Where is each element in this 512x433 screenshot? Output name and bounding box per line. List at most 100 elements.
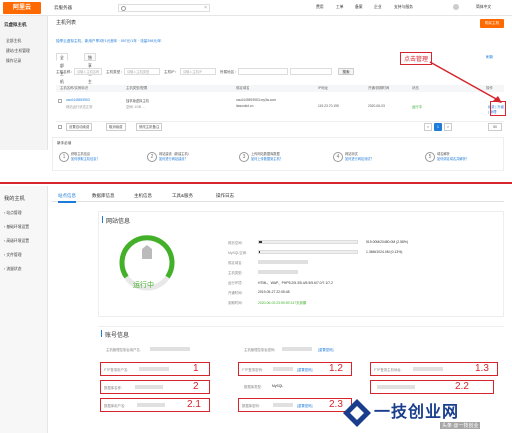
- nav-billing[interactable]: 费用: [316, 5, 324, 10]
- page-next-button[interactable]: >: [444, 123, 452, 131]
- host-type-input[interactable]: 请输入主机类型: [124, 68, 160, 75]
- step-4-text[interactable]: 网站测试 如何进行网站测试？: [345, 152, 415, 161]
- region-label: 所属地区：: [220, 70, 238, 74]
- col-status: 状态: [412, 86, 419, 90]
- box-db-host: 2.2: [370, 380, 494, 394]
- sidebar-item-site[interactable]: › 站点管理: [4, 211, 22, 216]
- ftp-user-label: FTP登录用户名:: [104, 368, 129, 372]
- tab-dedicated-hosts[interactable]: 独享版主机: [84, 53, 96, 92]
- db-pwd-label: 数据库密码:: [242, 404, 260, 408]
- box-ftp-pwd: FTP登录密码: [重置密码] 1.2: [238, 362, 352, 376]
- search-input[interactable]: ×: [118, 4, 210, 12]
- expire-time-label: 到期时间:: [228, 301, 243, 305]
- host-type-label: 主机类型:: [228, 271, 243, 275]
- auto-renew-button[interactable]: 设置自动续费: [66, 123, 93, 131]
- mysql-space-value: 1.36M/1024.0M (0.13%): [366, 250, 403, 254]
- promo-notice: 独享云虚拟主机，新用户享3折1元首年 · 597元/1年 · 流量298元/年: [56, 37, 504, 45]
- sidebar-item-adv-env[interactable]: › 高级环境设置: [4, 239, 29, 244]
- web-space-label: 网页空间:: [228, 241, 243, 245]
- host-name-link[interactable]: osu0445593953: [66, 98, 90, 102]
- nav-ticket[interactable]: 工单: [336, 5, 344, 10]
- page-size-select[interactable]: 50: [488, 123, 502, 131]
- page-prev-button[interactable]: <: [424, 123, 432, 131]
- search-button[interactable]: 搜索: [338, 68, 354, 75]
- host-sidebar-title: 我的主机: [4, 196, 25, 202]
- search-icon: [121, 6, 126, 11]
- sidebar-item-basic-env[interactable]: › 基础环境设置: [4, 225, 29, 230]
- annotation-number-2-2: 2.2: [455, 381, 469, 392]
- site-info-list: 网页空间: 519.00M/20480.0M (2.58%) MySQL空间: …: [228, 240, 498, 310]
- page-1-button[interactable]: 1: [434, 123, 442, 131]
- cancel-renew-button[interactable]: 取消续费: [106, 123, 126, 131]
- box-db-pwd: 数据库密码: [重置密码] 2.3: [238, 398, 352, 412]
- edit-remark-button[interactable]: 修改主机备注: [136, 123, 163, 131]
- host-remark: 网站运行状态正常: [66, 105, 93, 109]
- page-section-title: 云服务器: [54, 5, 72, 10]
- clear-icon[interactable]: ×: [204, 5, 207, 11]
- tab-site-info[interactable]: 站点信息: [58, 191, 76, 203]
- watermark-sub: 头条 @一技创业: [440, 422, 481, 429]
- mysql-space-bar: [258, 250, 358, 254]
- step-5-text[interactable]: 域名解析 如何绑定域名并解析？: [437, 152, 503, 161]
- nav-enterprise[interactable]: 企业: [374, 5, 382, 10]
- ftp-user-value: [139, 367, 169, 371]
- sidebar-item-manage[interactable]: 建站/主机管理: [6, 49, 30, 54]
- type-label: 主机类型：: [106, 70, 124, 74]
- host-sidebar: 我的主机 › 站点管理 › 基础环境设置 › 高级环境设置 › 文件管理 › 流…: [0, 186, 48, 433]
- db-name-value: [135, 385, 163, 389]
- step-2-text[interactable]: 网站建设（新建主机） 如何进行网站建设？: [159, 152, 229, 161]
- tab-op-log[interactable]: 操作日志: [216, 191, 234, 201]
- tab-db-info[interactable]: 数据库信息: [92, 191, 115, 201]
- db-reset-link[interactable]: [重置密码]: [297, 403, 312, 408]
- web-space-fill: [259, 241, 262, 243]
- region-select-2[interactable]: [290, 68, 332, 75]
- tab-all-hosts[interactable]: 全部主机: [56, 53, 68, 84]
- annotation-number-2: 2: [193, 381, 199, 392]
- sidebar-item-traffic[interactable]: › 流量状态: [4, 267, 22, 272]
- bound-domain-label: 绑定域名:: [228, 261, 243, 265]
- host-name-input[interactable]: 请输入主机名称: [74, 68, 102, 75]
- watermark: 一技创业网 头条 @一技创业: [340, 394, 512, 433]
- avatar[interactable]: [453, 4, 459, 10]
- step-1-text[interactable]: 获取主机信息 如何获取主机信息？: [71, 152, 135, 161]
- host-spec: 空间: 1GB ...: [126, 105, 145, 109]
- console-reset-link[interactable]: [重置密码]: [318, 347, 333, 352]
- console-pwd-label: 主机管理控制台密码:: [244, 348, 276, 352]
- row-checkbox[interactable]: [58, 99, 62, 103]
- sidebar-item-files[interactable]: › 文件管理: [4, 253, 22, 258]
- language-switch[interactable]: 简体中文: [476, 5, 491, 10]
- host-ip: 119.23.70.195: [318, 104, 339, 108]
- watermark-logo-icon: [343, 399, 371, 427]
- sidebar-item-log[interactable]: 操作记录: [6, 59, 21, 64]
- host-domain-2: itasonkid.cn: [236, 104, 254, 108]
- host-ip-input[interactable]: 请输入主机IP: [180, 68, 216, 75]
- nav-support[interactable]: 支持与服务: [394, 5, 413, 10]
- sidebar-item-site-label: 站点管理: [6, 211, 22, 215]
- section-divider: [0, 182, 512, 184]
- tab-tools[interactable]: 工具&服务: [172, 191, 193, 201]
- sidebar-item-traffic-label: 流量状态: [6, 267, 22, 271]
- aliyun-logo[interactable]: 阿里云: [3, 2, 41, 14]
- ftp-reset-link[interactable]: [重置密码]: [297, 367, 312, 372]
- sidebar-item-all[interactable]: 全部主机: [6, 39, 21, 44]
- section-marker: [102, 216, 103, 223]
- host-type-value: [258, 270, 298, 274]
- section-marker-2: [101, 330, 102, 337]
- region-select[interactable]: [238, 68, 288, 75]
- col-date: 开通/到期时间: [368, 86, 390, 90]
- col-name: 主机名称/实例标识: [60, 86, 89, 90]
- host-type: 独享版虚拟主机: [126, 99, 150, 103]
- select-all-checkbox[interactable]: [58, 125, 62, 129]
- db-user-value: [137, 403, 165, 407]
- step-3-text[interactable]: 上传网站数据库数据 如何上传数据到主机？: [251, 152, 321, 161]
- expire-time-value: 2020-06-03 23:59:59 247天到期: [258, 301, 307, 305]
- buy-host-button[interactable]: 购买主机: [480, 19, 504, 28]
- promo-link[interactable]: 独享云虚拟主机，新用户享3折1元首年 · 597元/1年 · 流量298元/年: [56, 39, 161, 43]
- console-user-label: 主机管理控制台用户名:: [106, 348, 141, 352]
- db-type-value: MySQL: [272, 384, 284, 388]
- running-status-text: 运行中: [133, 282, 154, 289]
- nav-filing[interactable]: 备案: [355, 5, 363, 10]
- ftp-pwd-label: FTP登录密码:: [242, 368, 263, 372]
- ip-label: 主机IP：: [164, 70, 179, 74]
- tab-host-info[interactable]: 主机信息: [134, 191, 152, 201]
